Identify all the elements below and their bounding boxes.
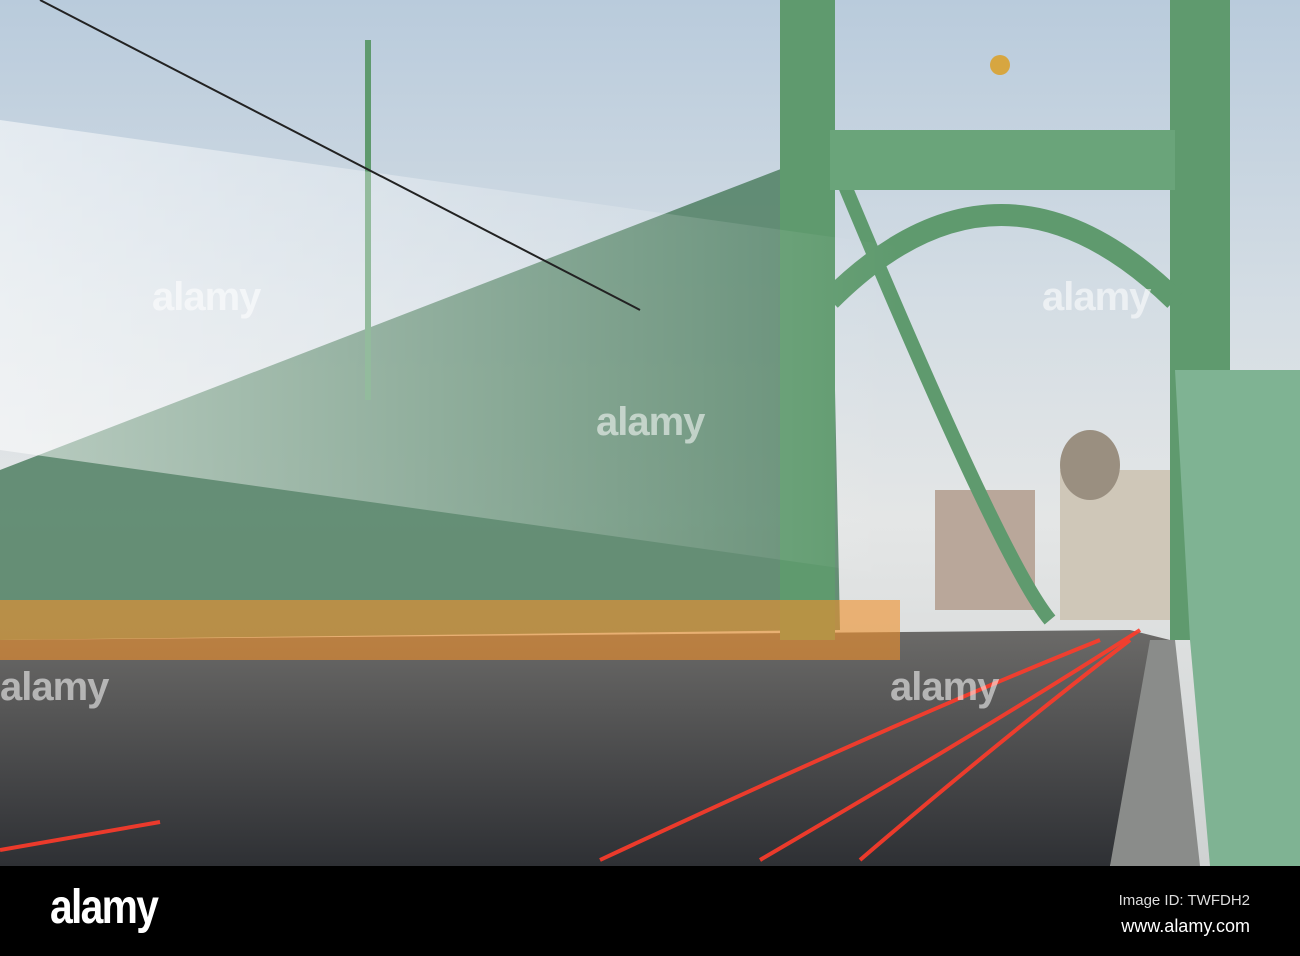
dome [1060, 430, 1120, 500]
watermark: alamy [596, 400, 705, 444]
bridge-right-deck [1175, 370, 1300, 866]
watermark: alamy [1042, 275, 1151, 319]
watermark: alamy [152, 275, 261, 319]
alamy-logo: alamy [50, 881, 159, 934]
watermark: alamy [890, 665, 999, 709]
footer-bar: alamy Image ID: TWFDH2 www.alamy.com [0, 866, 1300, 956]
stock-photo: alamy alamy alamy alamy alamy [0, 0, 1300, 866]
image-id: Image ID: TWFDH2 [1118, 892, 1250, 909]
website-link[interactable]: www.alamy.com [1121, 916, 1250, 937]
crown [990, 55, 1010, 75]
portal-beam [830, 130, 1175, 190]
watermark: alamy [0, 665, 109, 709]
orange-trail [0, 600, 900, 660]
